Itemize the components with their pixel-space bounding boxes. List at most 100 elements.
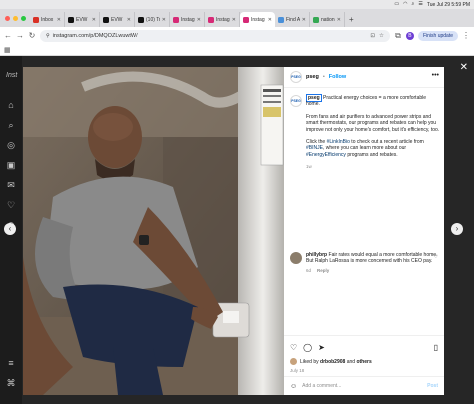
also-from-meta-icon[interactable]: ⌘	[5, 378, 17, 389]
browser-tab[interactable]: EVW ✕	[65, 12, 100, 27]
search-icon[interactable]: ⌕	[412, 0, 415, 9]
liker-avatar[interactable]	[290, 358, 297, 365]
browser-toolbar: ← → ↻ ⚲ instagram.com/p/DMQOZLwuwtW/ ⊡ ☆…	[0, 27, 474, 44]
commenter-avatar[interactable]	[290, 252, 302, 264]
home-icon[interactable]: ⌂	[5, 100, 17, 110]
comment-input[interactable]: Add a comment...	[302, 383, 422, 389]
tab-strip: Inbox ✕ EVW ✕ EVW ✕ (10) Tr ✕ Instag ✕ Instag ✕ Inst…	[0, 9, 474, 27]
tab-label: EVW	[76, 16, 88, 23]
previous-post-button[interactable]: ‹	[4, 223, 16, 235]
zoom-window-button[interactable]	[21, 15, 26, 21]
tab-favicon-icon	[208, 16, 214, 23]
header-separator: •	[322, 74, 325, 80]
instagram-logo[interactable]: Inst	[6, 72, 17, 79]
tab-favicon-icon	[68, 16, 74, 23]
likes-prefix: Liked by	[300, 358, 321, 365]
profile-avatar[interactable]: B	[405, 31, 414, 40]
macos-menubar: ▭ ◠ ⌕ ☰ Tue Jul 29 5:59 PM	[0, 0, 474, 9]
forward-icon[interactable]: →	[16, 31, 24, 40]
control-center-icon[interactable]: ☰	[418, 0, 422, 9]
notifications-icon[interactable]: ♡	[5, 200, 17, 211]
tab-close-icon[interactable]: ✕	[268, 17, 272, 23]
back-icon[interactable]: ←	[4, 31, 12, 40]
caption-age[interactable]: 1w	[306, 164, 440, 170]
tab-favicon-icon	[313, 16, 319, 23]
post-photo[interactable]	[23, 67, 284, 395]
close-icon[interactable]: ✕	[460, 62, 468, 73]
browser-tab[interactable]: Inbox ✕	[30, 12, 65, 27]
emoji-icon[interactable]: ☺	[290, 383, 297, 390]
tab-close-icon[interactable]: ✕	[57, 17, 61, 23]
search-nav-icon[interactable]: ⌕	[5, 120, 17, 131]
hashtag-energyefficiency[interactable]: #EnergyEfficiency	[306, 152, 346, 158]
bookmarks-bar: ▦	[0, 44, 474, 56]
reload-icon[interactable]: ↻	[28, 31, 36, 40]
comment-reply-button[interactable]: Reply	[317, 268, 329, 274]
caption-avatar[interactable]: PSEG	[290, 95, 302, 107]
author-username[interactable]: pseg	[306, 74, 319, 80]
caption-body: pseg Practical energy choices = a more c…	[306, 94, 440, 171]
tab-label: Inbox	[41, 16, 54, 23]
address-bar[interactable]: ⚲ instagram.com/p/DMQOZLwuwtW/ ⊡ ☆	[40, 29, 390, 42]
save-icon[interactable]: ▯	[434, 343, 438, 352]
tab-close-icon[interactable]: ✕	[337, 17, 341, 23]
bookmark-star-icon[interactable]: ☆	[379, 33, 384, 39]
comment-icon[interactable]: ◯	[303, 343, 312, 352]
caption-p3-a: Click the	[306, 139, 327, 146]
tab-favicon-icon	[138, 16, 144, 23]
messages-icon[interactable]: ✉	[5, 180, 17, 191]
liker-username[interactable]: drbob2908	[320, 359, 345, 365]
next-post-button[interactable]: ›	[451, 223, 463, 235]
tab-close-icon[interactable]: ✕	[92, 17, 96, 23]
caption-avatar-text: PSEG	[291, 99, 301, 103]
new-tab-icon[interactable]: +	[345, 12, 358, 27]
likes-summary: Liked by drbob2908 and others	[290, 358, 438, 365]
site-info-icon[interactable]: ⚲	[46, 33, 50, 39]
comment-item: phillybrp Fair rates would equal a more …	[290, 252, 440, 274]
author-avatar[interactable]: PSEG	[290, 71, 302, 83]
battery-icon[interactable]: ▭	[394, 0, 399, 9]
comment-like-icon[interactable]: ♡	[434, 254, 438, 260]
more-menu-icon[interactable]: ≡	[5, 358, 17, 368]
tab-close-icon[interactable]: ✕	[232, 17, 236, 23]
tab-close-icon[interactable]: ✕	[302, 17, 306, 23]
post-comment-button[interactable]: Post	[427, 383, 438, 389]
tab-close-icon[interactable]: ✕	[127, 17, 131, 23]
apps-grid-icon[interactable]: ▦	[4, 46, 11, 54]
post-date[interactable]: July 18	[290, 368, 438, 373]
post-details-panel: PSEG pseg • Follow ••• PSEG pseg Practic…	[284, 67, 444, 395]
wifi-icon[interactable]: ◠	[403, 0, 407, 9]
browser-tab[interactable]: (10) Tr ✕	[135, 12, 170, 27]
browser-tab[interactable]: EVW ✕	[100, 12, 135, 27]
browser-tab[interactable]: Instag ✕	[205, 12, 240, 27]
share-icon[interactable]: ➤	[318, 343, 325, 352]
browser-tab[interactable]: Instag ✕	[240, 12, 275, 27]
tab-label: Find A	[286, 16, 300, 23]
likes-others[interactable]: others	[356, 359, 371, 365]
close-window-button[interactable]	[5, 15, 10, 21]
tab-close-icon[interactable]: ✕	[162, 17, 166, 23]
commenter-username[interactable]: phillybrp	[306, 252, 327, 258]
url-text[interactable]: instagram.com/p/DMQOZLwuwtW/	[53, 33, 368, 39]
explore-icon[interactable]: ◎	[5, 140, 17, 151]
comment-body: phillybrp Fair rates would equal a more …	[306, 252, 440, 274]
tab-favicon-icon	[173, 16, 179, 23]
follow-button[interactable]: Follow	[329, 74, 346, 80]
browser-menu-icon[interactable]: ⋮	[462, 31, 470, 40]
finish-update-button[interactable]: Finish update	[417, 30, 458, 41]
menubar-clock[interactable]: Tue Jul 29 5:59 PM	[427, 2, 470, 8]
install-app-icon[interactable]: ⊡	[370, 33, 375, 39]
hashtag-linkinbio[interactable]: #LinkInBio	[327, 139, 350, 145]
tab-close-icon[interactable]: ✕	[197, 17, 201, 23]
extensions-icon[interactable]: ⧉	[394, 31, 402, 41]
more-options-icon[interactable]: •••	[432, 72, 439, 79]
browser-tab[interactable]: nation ✕	[310, 12, 345, 27]
like-icon[interactable]: ♡	[290, 343, 297, 352]
minimize-window-button[interactable]	[13, 15, 18, 21]
hashtag-binje[interactable]: #BINJE	[306, 145, 323, 151]
comment-age[interactable]: 6d	[306, 268, 311, 274]
reels-icon[interactable]: ▣	[5, 160, 17, 171]
browser-tab[interactable]: Instag ✕	[170, 12, 205, 27]
tab-favicon-icon	[278, 16, 284, 23]
browser-tab[interactable]: Find A ✕	[275, 12, 310, 27]
